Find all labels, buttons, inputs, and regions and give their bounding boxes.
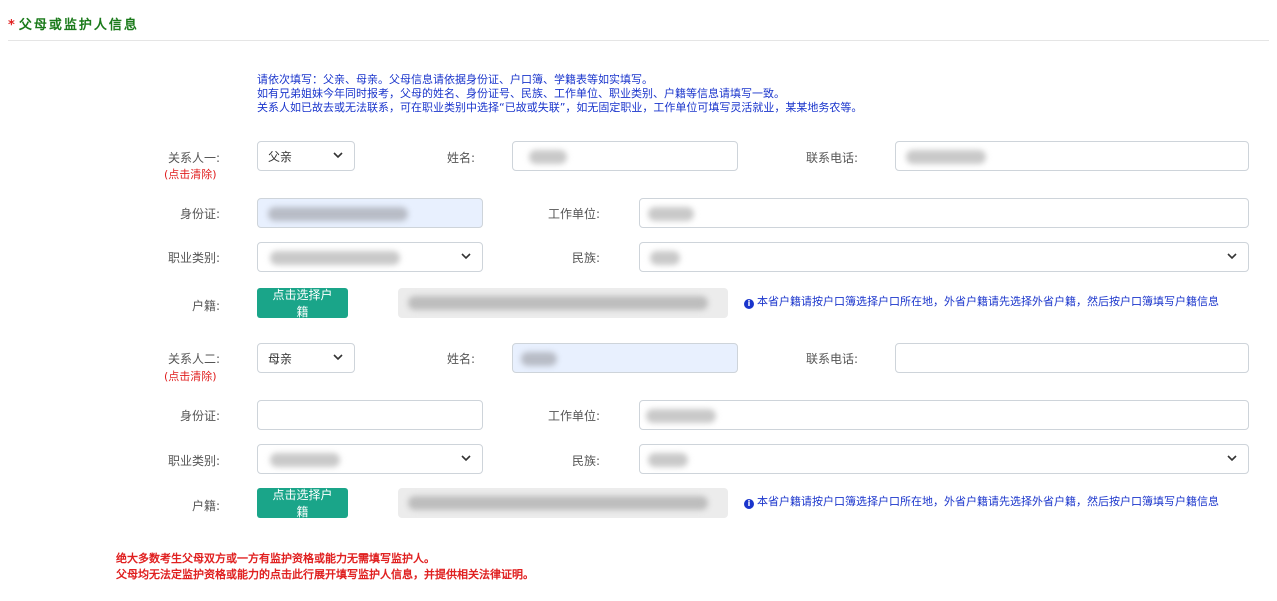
contact2-id-card-input[interactable] (257, 400, 483, 430)
id-card-label: 身份证: (179, 207, 220, 221)
guardian-note: 绝大多数考生父母双方或一方有监护资格或能力无需填写监护人。 父母均无法定监护资格… (116, 551, 534, 583)
contact2-relation-select[interactable]: 母亲 (257, 343, 355, 373)
contact2-choose-household-button[interactable]: 点击选择户籍 (257, 488, 348, 519)
household-tip: i 本省户籍请按户口簿选择户口所在地，外省户籍请先选择外省户籍，然后按户口簿填写户… (744, 494, 1254, 509)
id-card-label: 身份证: (179, 409, 220, 423)
contact1-phone-input[interactable] (895, 141, 1249, 171)
info-icon: i (744, 499, 754, 509)
divider (8, 40, 1269, 41)
info-icon: i (744, 299, 754, 309)
phone-label: 联系电话: (805, 352, 858, 366)
contact1-ethnicity-select[interactable] (639, 242, 1249, 272)
chevron-down-icon (461, 455, 471, 462)
section-title: * 父母或监护人信息 (8, 14, 139, 33)
contact1-name-input[interactable] (512, 141, 738, 171)
guardian-expand-link[interactable]: 父母均无法定监护资格或能力的点击此行展开填写监护人信息，并提供相关法律证明。 (116, 567, 534, 583)
contact2-work-unit-input[interactable] (639, 400, 1249, 430)
chevron-down-icon (1227, 455, 1237, 462)
instruction-line: 如有兄弟姐妹今年同时报考，父母的姓名、身份证号、民族、工作单位、职业类别、户籍等… (257, 87, 785, 100)
guardian-note-line: 绝大多数考生父母双方或一方有监护资格或能力无需填写监护人。 (116, 552, 435, 565)
name-label: 姓名: (446, 151, 475, 165)
instruction-line: 请依次填写：父亲、母亲。父母信息请依据身份证、户口簿、学籍表等如实填写。 (257, 73, 653, 86)
contact1-work-unit-input[interactable] (639, 198, 1249, 228)
contact1-choose-household-button[interactable]: 点击选择户籍 (257, 288, 348, 319)
contact2-household-display (398, 488, 728, 518)
chevron-down-icon (333, 354, 343, 361)
work-unit-label: 工作单位: (547, 207, 600, 221)
chevron-down-icon (1227, 253, 1237, 260)
contact2-name-input[interactable] (512, 343, 738, 373)
contact1-household-display (398, 288, 728, 318)
instruction-line: 关系人如已故去或无法联系，可在职业类别中选择“已故或失联”，如无固定职业，工作单… (257, 101, 863, 114)
contact2-occupation-select[interactable] (257, 444, 483, 474)
instructions: 请依次填写：父亲、母亲。父母信息请依据身份证、户口簿、学籍表等如实填写。 如有兄… (257, 73, 862, 115)
occupation-label: 职业类别: (167, 454, 220, 468)
section-title-text: 父母或监护人信息 (18, 18, 139, 33)
contact1-clear-link[interactable]: (点击清除) (164, 166, 217, 182)
household-tip-text: 本省户籍请按户口簿选择户口所在地，外省户籍请先选择外省户籍，然后按户口簿填写户籍… (757, 295, 1219, 308)
contact1-relation-value: 父亲 (268, 149, 293, 164)
household-tip: i 本省户籍请按户口簿选择户口所在地，外省户籍请先选择外省户籍，然后按户口簿填写户… (744, 294, 1254, 309)
contact1-occupation-select[interactable] (257, 242, 483, 272)
contact2-relation-value: 母亲 (268, 351, 293, 366)
work-unit-label: 工作单位: (547, 409, 600, 423)
household-label: 户籍: (191, 499, 220, 513)
required-mark: * (8, 18, 17, 33)
ethnicity-label: 民族: (571, 454, 600, 468)
contact2-phone-input[interactable] (895, 343, 1249, 373)
name-label: 姓名: (446, 352, 475, 366)
household-tip-text: 本省户籍请按户口簿选择户口所在地，外省户籍请先选择外省户籍，然后按户口簿填写户籍… (757, 495, 1219, 508)
contact2-ethnicity-select[interactable] (639, 444, 1249, 474)
contact1-id-card-input[interactable] (257, 198, 483, 228)
contact1-label: 关系人一: (167, 151, 220, 165)
chevron-down-icon (461, 253, 471, 260)
household-label: 户籍: (191, 299, 220, 313)
occupation-label: 职业类别: (167, 251, 220, 265)
phone-label: 联系电话: (805, 151, 858, 165)
contact1-relation-select[interactable]: 父亲 (257, 141, 355, 171)
ethnicity-label: 民族: (571, 251, 600, 265)
contact2-label: 关系人二: (167, 352, 220, 366)
contact2-clear-link[interactable]: (点击清除) (164, 368, 217, 384)
chevron-down-icon (333, 152, 343, 159)
